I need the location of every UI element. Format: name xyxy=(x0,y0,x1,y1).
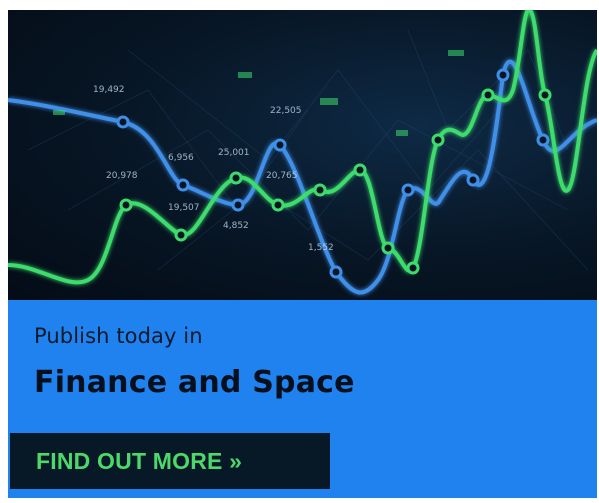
chart-label: 20,978 xyxy=(106,171,138,181)
journal-title: Finance and Space xyxy=(34,365,355,400)
green-series-line xyxy=(8,10,597,285)
value-labels: 19,492 6,956 25,001 22,505 20,978 19,507… xyxy=(93,85,334,253)
text-panel: Publish today in Finance and Space FIND … xyxy=(8,300,597,498)
chart-label: 25,001 xyxy=(218,148,250,158)
finance-ad-banner[interactable]: 19,492 6,956 25,001 22,505 20,978 19,507… xyxy=(8,10,597,498)
chart-label: 22,505 xyxy=(270,106,302,116)
chart-label: 19,507 xyxy=(168,203,200,213)
subtitle: Publish today in xyxy=(34,324,203,348)
find-out-more-label: FIND OUT MORE » xyxy=(36,447,243,474)
chart-label: 4,852 xyxy=(223,221,249,231)
chart-label: 6,956 xyxy=(168,153,194,163)
hero-image: 19,492 6,956 25,001 22,505 20,978 19,507… xyxy=(8,10,597,300)
chart-label: 19,492 xyxy=(93,85,125,95)
chart-label: 1,552 xyxy=(308,243,334,253)
stock-chart-graphic: 19,492 6,956 25,001 22,505 20,978 19,507… xyxy=(8,10,597,295)
find-out-more-button[interactable]: FIND OUT MORE » xyxy=(10,433,330,489)
chart-label: 20,765 xyxy=(266,171,298,181)
